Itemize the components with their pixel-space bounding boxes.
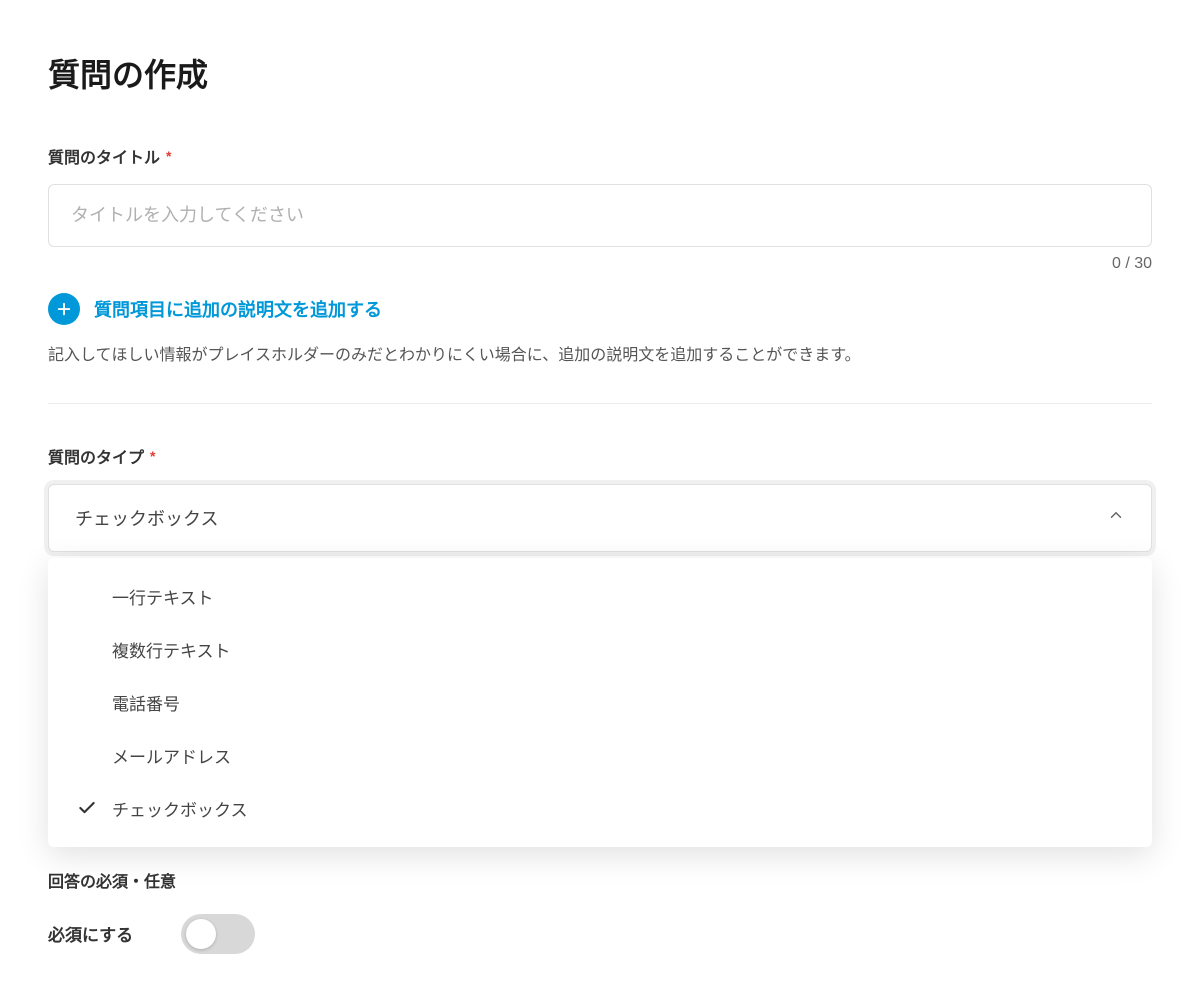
- add-description-label: 質問項目に追加の説明文を追加する: [94, 296, 382, 322]
- plus-icon: [48, 293, 80, 325]
- type-option[interactable]: 電話番号: [48, 676, 1152, 729]
- char-counter: 0 / 30: [48, 255, 1152, 273]
- check-icon: [76, 638, 98, 660]
- title-label-text: 質問のタイトル: [48, 144, 160, 168]
- type-select-value: チェックボックス: [75, 505, 218, 531]
- type-option-label: チェックボックス: [112, 796, 248, 821]
- add-description-help: 記入してほしい情報がプレイスホルダーのみだとわかりにくい場合に、追加の説明文を追…: [48, 343, 1152, 369]
- check-icon: [76, 691, 98, 713]
- title-field-label: 質問のタイトル *: [48, 144, 1152, 168]
- type-option-label: 複数行テキスト: [112, 637, 231, 662]
- type-label-text: 質問のタイプ: [48, 444, 144, 468]
- title-field-group: 質問のタイトル * 0 / 30 質問項目に追加の説明文を追加する 記入してほし…: [48, 144, 1152, 369]
- required-toggle-label: 必須にする: [48, 921, 133, 946]
- check-icon: [76, 585, 98, 607]
- toggle-knob: [186, 919, 216, 949]
- type-option-label: メールアドレス: [112, 743, 231, 768]
- type-option[interactable]: メールアドレス: [48, 729, 1152, 782]
- page-title: 質問の作成: [48, 50, 1152, 96]
- required-mark: *: [150, 448, 155, 464]
- check-icon: [76, 797, 98, 819]
- required-section: 回答の必須・任意 必須にする: [48, 868, 1152, 954]
- required-mark: *: [166, 148, 171, 164]
- type-select[interactable]: チェックボックス: [48, 484, 1152, 552]
- type-field-label: 質問のタイプ *: [48, 444, 1152, 468]
- type-dropdown-menu: 一行テキスト複数行テキスト電話番号メールアドレスチェックボックス: [48, 558, 1152, 847]
- type-field-group: 質問のタイプ * チェックボックス 一行テキスト複数行テキスト電話番号メールアド…: [48, 444, 1152, 552]
- type-option-label: 一行テキスト: [112, 584, 214, 609]
- chevron-up-icon: [1107, 506, 1125, 529]
- required-toggle-row: 必須にする: [48, 914, 1152, 954]
- type-select-wrapper: チェックボックス 一行テキスト複数行テキスト電話番号メールアドレスチェックボック…: [48, 484, 1152, 552]
- type-option-label: 電話番号: [112, 690, 180, 715]
- title-input[interactable]: [48, 184, 1152, 247]
- type-option[interactable]: 一行テキスト: [48, 570, 1152, 623]
- divider: [48, 403, 1152, 404]
- required-section-label: 回答の必須・任意: [48, 868, 1152, 892]
- required-toggle[interactable]: [181, 914, 255, 954]
- add-description-button[interactable]: 質問項目に追加の説明文を追加する: [48, 293, 1152, 325]
- type-option[interactable]: チェックボックス: [48, 782, 1152, 835]
- check-icon: [76, 744, 98, 766]
- type-option[interactable]: 複数行テキスト: [48, 623, 1152, 676]
